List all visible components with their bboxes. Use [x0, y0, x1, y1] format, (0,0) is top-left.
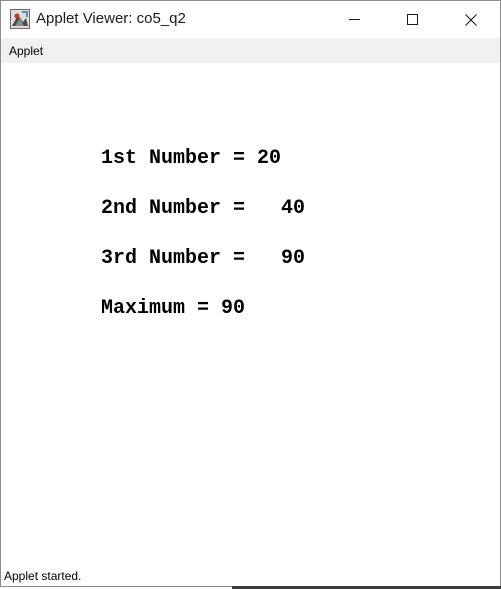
first-number-line: 1st Number = 20	[101, 147, 282, 170]
applet-canvas: 1st Number = 20 2nd Number = 40 3rd Numb…	[1, 63, 500, 563]
close-icon	[465, 13, 477, 26]
title-bar[interactable]: Applet Viewer: co5_q2	[1, 1, 500, 38]
status-bar: Applet started.	[1, 563, 500, 586]
maximum-line: Maximum = 90	[101, 297, 246, 320]
window-title: Applet Viewer: co5_q2	[36, 10, 186, 27]
minimize-button[interactable]	[331, 1, 377, 38]
applet-viewer-window: Applet Viewer: co5_q2 Applet 1st Number …	[0, 0, 501, 587]
menu-applet[interactable]: Applet	[9, 44, 43, 58]
maximize-button[interactable]	[389, 1, 435, 38]
menu-bar: Applet	[1, 38, 500, 63]
close-button[interactable]	[448, 1, 494, 38]
third-number-line: 3rd Number = 90	[101, 247, 306, 270]
second-number-line: 2nd Number = 40	[101, 197, 306, 220]
status-text: Applet started.	[4, 569, 82, 583]
maximize-icon	[406, 14, 418, 25]
java-applet-icon[interactable]	[10, 9, 30, 29]
minimize-icon	[348, 14, 360, 25]
